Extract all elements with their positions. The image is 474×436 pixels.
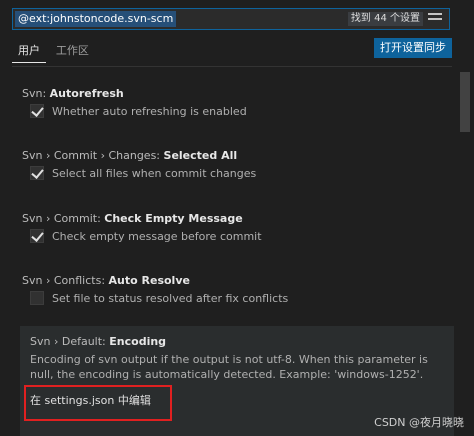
setting-title: Svn › Commit › Changes: Selected All bbox=[22, 149, 238, 162]
setting-title: Svn › Conflicts: Auto Resolve bbox=[22, 274, 190, 287]
tab-workspace[interactable]: 工作区 bbox=[50, 40, 95, 62]
setting-title: Svn › Commit: Check Empty Message bbox=[22, 212, 243, 225]
watermark: CSDN @夜月晓晓 bbox=[374, 416, 464, 429]
setting-auto-resolve: Svn › Conflicts: Auto Resolve Set file t… bbox=[22, 273, 452, 305]
setting-check-empty-message: Svn › Commit: Check Empty Message Check … bbox=[22, 211, 452, 243]
setting-description: Whether auto refreshing is enabled bbox=[52, 104, 247, 118]
scrollbar-thumb[interactable] bbox=[460, 72, 470, 132]
setting-title: Svn › Default: Encoding bbox=[30, 335, 167, 348]
auto-resolve-checkbox[interactable] bbox=[30, 291, 44, 305]
settings-search-bar[interactable]: @ext:johnstoncode.svn-scm 找到 44 个设置 bbox=[12, 8, 450, 30]
selected-all-checkbox[interactable] bbox=[30, 166, 44, 180]
autorefresh-checkbox[interactable] bbox=[30, 104, 44, 118]
setting-description: Encoding of svn output if the output is … bbox=[30, 353, 428, 381]
check-empty-message-checkbox[interactable] bbox=[30, 229, 44, 243]
filter-icon[interactable] bbox=[428, 13, 442, 25]
setting-description: Select all files when commit changes bbox=[52, 166, 257, 180]
settings-tabs: 用户 工作区 bbox=[12, 40, 95, 66]
setting-autorefresh: Svn: Autorefresh Whether auto refreshing… bbox=[22, 86, 452, 118]
tabs-divider bbox=[12, 66, 452, 67]
annotation-highlight-box bbox=[24, 385, 172, 421]
result-count-badge: 找到 44 个设置 bbox=[347, 12, 423, 26]
settings-sync-button[interactable]: 打开设置同步 bbox=[374, 38, 452, 58]
setting-title: Svn: Autorefresh bbox=[22, 87, 124, 100]
setting-selected-all: Svn › Commit › Changes: Selected All Sel… bbox=[22, 148, 452, 180]
setting-description: Set file to status resolved after fix co… bbox=[52, 291, 289, 305]
setting-description: Check empty message before commit bbox=[52, 229, 262, 243]
tab-user[interactable]: 用户 bbox=[12, 40, 46, 63]
search-query[interactable]: @ext:johnstoncode.svn-scm bbox=[15, 11, 177, 27]
